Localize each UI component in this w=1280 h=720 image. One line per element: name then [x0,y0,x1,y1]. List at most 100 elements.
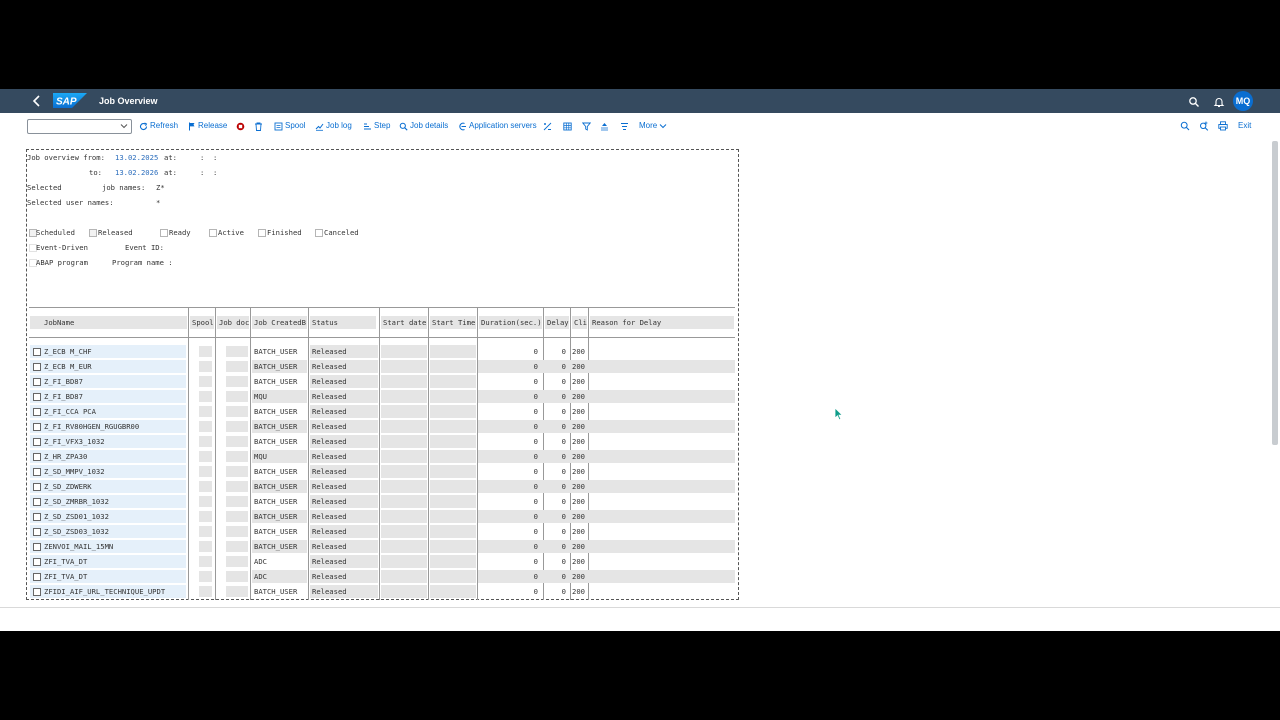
active-checkbox[interactable] [209,229,217,237]
column-header-start-date[interactable]: Start date [381,316,427,329]
spool-cell[interactable] [199,451,212,462]
delete-button[interactable] [254,120,263,132]
row-select-checkbox[interactable] [33,438,41,446]
ready-checkbox[interactable] [160,229,168,237]
step-button[interactable]: Step [363,120,390,132]
filter-button[interactable] [582,120,591,132]
job-doc-cell[interactable] [226,586,248,597]
spool-cell[interactable] [199,376,212,387]
job-doc-cell[interactable] [226,466,248,477]
table-row[interactable]: Z_SD_MMPV_1032 BATCH_USER Released 0 0 200 [29,465,735,478]
spool-cell[interactable] [199,436,212,447]
job-doc-cell[interactable] [226,421,248,432]
spool-cell[interactable] [199,346,212,357]
column-header-start-time[interactable]: Start Time [430,316,476,329]
table-row[interactable]: Z_FI_BD87 BATCH_USER Released 0 0 200 [29,375,735,388]
spool-cell[interactable] [199,571,212,582]
row-select-checkbox[interactable] [33,393,41,401]
table-row[interactable]: ZFI_TVA_DT ADC Released 0 0 200 [29,570,735,583]
spool-cell[interactable] [199,496,212,507]
table-row[interactable]: Z_HR_ZPA30 MQU Released 0 0 200 [29,450,735,463]
search-icon[interactable] [1188,95,1200,107]
application-servers-button[interactable]: Application servers [458,120,537,132]
row-select-checkbox[interactable] [33,558,41,566]
row-select-checkbox[interactable] [33,573,41,581]
column-header-delay[interactable]: Delay [545,316,569,329]
spool-cell[interactable] [199,586,212,597]
job-doc-cell[interactable] [226,346,248,357]
job-doc-cell[interactable] [226,361,248,372]
row-select-checkbox[interactable] [33,588,41,596]
table-row[interactable]: Z_ECB M_CHF BATCH_USER Released 0 0 200 [29,345,735,358]
job-doc-cell[interactable] [226,541,248,552]
job-details-button[interactable]: Job details [399,120,448,132]
table-row[interactable]: Z_FI_CCA PCA BATCH_USER Released 0 0 200 [29,405,735,418]
spool-cell[interactable] [199,466,212,477]
table-row[interactable]: Z_FI_BD87 MQU Released 0 0 200 [29,390,735,403]
column-header-spool[interactable]: Spool [190,316,214,329]
sum-button[interactable] [543,120,552,132]
table-row[interactable]: Z_SD_ZDWERK BATCH_USER Released 0 0 200 [29,480,735,493]
column-header-jobname[interactable]: JobName [30,316,187,329]
cancel-job-button[interactable] [236,120,245,132]
row-select-checkbox[interactable] [33,363,41,371]
job-doc-cell[interactable] [226,406,248,417]
table-settings-button[interactable] [563,120,572,132]
spool-button[interactable]: Spool [274,120,305,132]
row-select-checkbox[interactable] [33,423,41,431]
row-select-checkbox[interactable] [33,453,41,461]
row-select-checkbox[interactable] [33,483,41,491]
spool-cell[interactable] [199,481,212,492]
find-button[interactable] [1180,120,1190,132]
table-row[interactable]: Z_SD_ZSD03_1032 BATCH_USER Released 0 0 200 [29,525,735,538]
sap-logo[interactable]: SAP [53,93,87,108]
table-row[interactable]: Z_SD_ZSD01_1032 BATCH_USER Released 0 0 200 [29,510,735,523]
finished-checkbox[interactable] [258,229,266,237]
job-log-button[interactable]: Job log [315,120,352,132]
job-doc-cell[interactable] [226,496,248,507]
table-row[interactable]: ZENVOI_MAIL_15MN BATCH_USER Released 0 0 200 [29,540,735,553]
refresh-button[interactable]: Refresh [139,120,178,132]
job-doc-cell[interactable] [226,481,248,492]
column-header-cli[interactable]: Cli [572,316,587,329]
row-select-checkbox[interactable] [33,378,41,386]
row-select-checkbox[interactable] [33,528,41,536]
spool-cell[interactable] [199,511,212,522]
sort-ascending-button[interactable] [600,120,609,132]
row-select-checkbox[interactable] [33,498,41,506]
find-next-button[interactable] [1199,120,1209,132]
column-header-status[interactable]: Status [310,316,376,329]
exit-button[interactable]: Exit [1238,120,1251,132]
column-header-reason-for-delay[interactable]: Reason for Delay [590,316,734,329]
table-row[interactable]: Z_SD_ZMRBR_1032 BATCH_USER Released 0 0 200 [29,495,735,508]
column-header-duration-sec[interactable]: Duration(sec.) [479,316,542,329]
sort-descending-button[interactable] [620,120,629,132]
job-doc-cell[interactable] [226,376,248,387]
vertical-scrollbar[interactable] [1272,141,1278,445]
column-header-job-createdb[interactable]: Job CreatedB [252,316,307,329]
row-select-checkbox[interactable] [33,408,41,416]
release-button[interactable]: Release [188,120,227,132]
spool-cell[interactable] [199,556,212,567]
job-doc-cell[interactable] [226,571,248,582]
spool-cell[interactable] [199,526,212,537]
back-icon[interactable] [30,93,44,109]
spool-cell[interactable] [199,361,212,372]
notification-bell-icon[interactable] [1213,95,1225,108]
column-header-job-doc[interactable]: Job doc [217,316,249,329]
user-avatar[interactable]: MQ [1233,91,1253,111]
table-row[interactable]: Z_FI_VFX3_1032 BATCH_USER Released 0 0 200 [29,435,735,448]
print-button[interactable] [1218,120,1228,132]
spool-cell[interactable] [199,406,212,417]
job-doc-cell[interactable] [226,391,248,402]
spool-cell[interactable] [199,391,212,402]
job-doc-cell[interactable] [226,526,248,537]
row-select-checkbox[interactable] [33,513,41,521]
more-button[interactable]: More [639,120,667,132]
row-select-checkbox[interactable] [33,348,41,356]
job-doc-cell[interactable] [226,556,248,567]
table-row[interactable]: ZFIDI_AIF_URL_TECHNIQUE_UPDT BATCH_USER Re… [29,585,735,598]
table-row[interactable]: Z_ECB M_EUR BATCH_USER Released 0 0 200 [29,360,735,373]
table-row[interactable]: Z_FI_RV80HGEN_RGUGBR00 BATCH_USER Released… [29,420,735,433]
row-select-checkbox[interactable] [33,543,41,551]
